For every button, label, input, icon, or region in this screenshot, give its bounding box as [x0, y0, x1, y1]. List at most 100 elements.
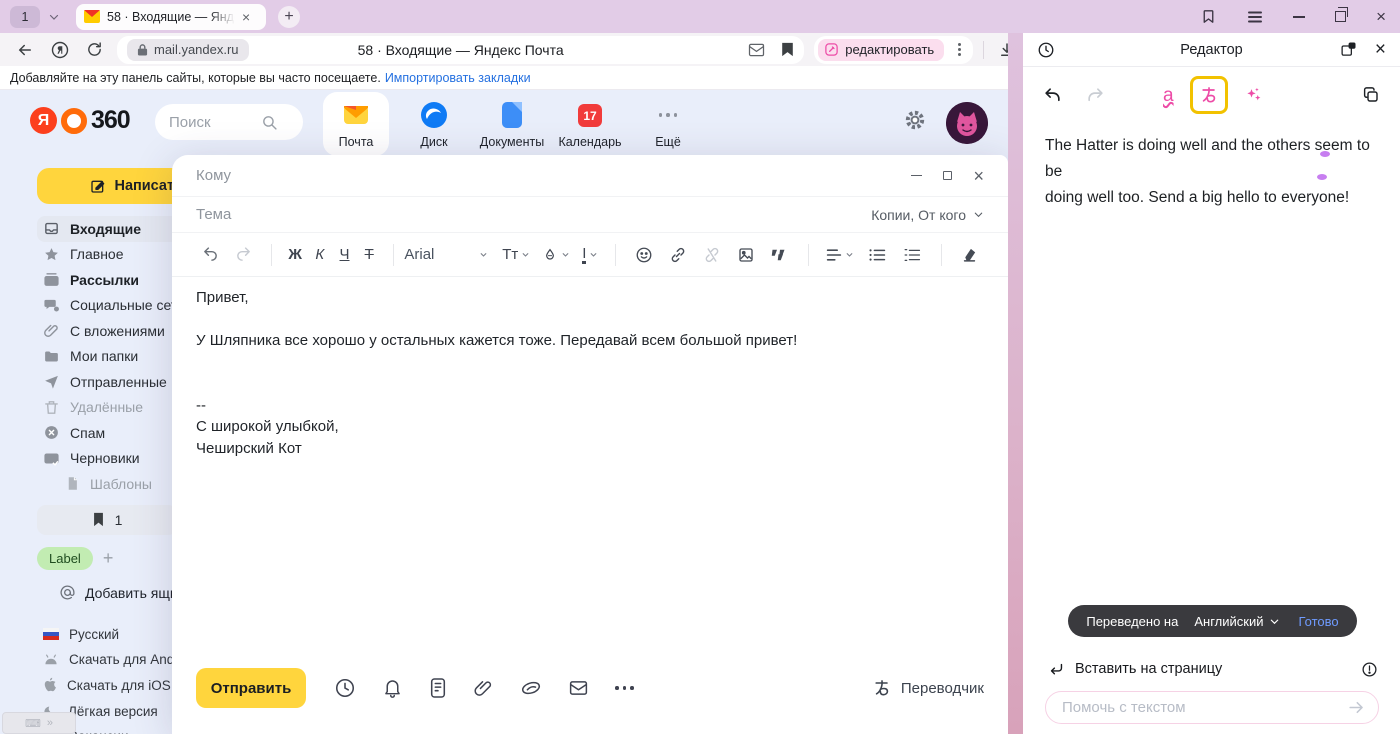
- copy-icon[interactable]: [1362, 86, 1380, 104]
- settings-gear-icon[interactable]: [903, 108, 927, 132]
- italic-button[interactable]: К: [308, 246, 333, 263]
- tab-list-chevron-icon[interactable]: [48, 11, 60, 23]
- undo-icon[interactable]: [202, 246, 219, 263]
- android-link[interactable]: Скачать для Android: [37, 647, 187, 673]
- folder-deleted[interactable]: Удалённые: [37, 395, 187, 421]
- close-window-icon[interactable]: ×: [1376, 8, 1386, 25]
- template-icon[interactable]: [429, 677, 447, 699]
- browser-tab[interactable]: 58 · Входящие — Янде ×: [76, 4, 266, 30]
- bookmark-icon[interactable]: [781, 42, 794, 57]
- done-button[interactable]: Готово: [1298, 614, 1338, 629]
- emoji-icon[interactable]: [635, 246, 653, 264]
- add-label-button[interactable]: +: [103, 548, 114, 569]
- folder-newsletters[interactable]: Рассылки: [37, 267, 187, 293]
- message-body[interactable]: Привет, У Шляпника все хорошо у остальны…: [196, 287, 976, 459]
- translator-button[interactable]: Переводчик: [872, 678, 984, 698]
- translated-text[interactable]: The Hatter is doing well and the others …: [1045, 133, 1381, 211]
- bookmarks-folder[interactable]: 1: [37, 505, 177, 535]
- numbered-list-icon[interactable]: [904, 248, 921, 262]
- back-icon[interactable]: [16, 41, 34, 59]
- app-calendar[interactable]: 17 Календарь: [557, 92, 623, 156]
- info-icon[interactable]: [1361, 661, 1378, 678]
- link-icon[interactable]: [669, 246, 687, 264]
- to-field[interactable]: Кому ×: [172, 155, 1008, 197]
- search-box[interactable]: [155, 104, 303, 140]
- compose-expand-icon[interactable]: [943, 171, 952, 180]
- url-pill[interactable]: mail.yandex.ru: [127, 39, 249, 61]
- add-mailbox-button[interactable]: Добавить ящик: [37, 580, 187, 606]
- redo-icon[interactable]: [235, 246, 252, 263]
- bold-button[interactable]: Ж: [283, 246, 308, 263]
- language-link[interactable]: Русский: [37, 622, 187, 648]
- tab-counter[interactable]: 1: [10, 6, 40, 28]
- submit-arrow-icon[interactable]: [1347, 698, 1366, 717]
- send-button[interactable]: Отправить: [196, 668, 306, 708]
- panel-redo-icon[interactable]: [1086, 86, 1105, 105]
- align-button[interactable]: [826, 248, 854, 262]
- folder-spam[interactable]: Спам: [37, 420, 187, 446]
- ai-prompt-input[interactable]: [1062, 699, 1347, 716]
- folder-drafts[interactable]: Черновики: [37, 446, 187, 472]
- strikethrough-button[interactable]: Т: [357, 246, 382, 263]
- ios-link[interactable]: Скачать для iOS: [37, 673, 187, 699]
- extension-more-icon[interactable]: [958, 48, 961, 51]
- insert-image-icon[interactable]: [737, 246, 755, 264]
- tab-close-icon[interactable]: ×: [242, 10, 250, 24]
- attach-file-icon[interactable]: [473, 677, 494, 699]
- app-disk[interactable]: Диск: [401, 92, 467, 156]
- folder-attachments[interactable]: С вложениями: [37, 318, 187, 344]
- subject-field[interactable]: Тема Копии, От кого: [172, 197, 1008, 233]
- quote-icon[interactable]: [771, 248, 789, 262]
- reminder-bell-icon[interactable]: [382, 677, 403, 699]
- app-more[interactable]: Ещё: [635, 92, 701, 156]
- folder-important[interactable]: Главное: [37, 242, 187, 268]
- font-family-select[interactable]: Arial: [404, 246, 479, 263]
- yandex360-logo[interactable]: Я 360: [30, 106, 130, 135]
- ai-sparkles-icon[interactable]: [1244, 85, 1264, 105]
- unlink-icon[interactable]: [703, 246, 721, 264]
- user-avatar[interactable]: [946, 102, 988, 144]
- folder-templates[interactable]: Шаблоны: [37, 471, 187, 497]
- font-chevron-icon[interactable]: [479, 250, 488, 259]
- selection-handle[interactable]: [1320, 151, 1330, 157]
- folder-sent[interactable]: Отправленные: [37, 369, 187, 395]
- restore-icon[interactable]: [1335, 11, 1346, 22]
- highlight-color-button[interactable]: [542, 247, 570, 263]
- minimize-icon[interactable]: [1293, 16, 1305, 18]
- app-mail[interactable]: Почта: [323, 92, 389, 156]
- compose-close-icon[interactable]: ×: [973, 167, 984, 185]
- eraser-icon[interactable]: [961, 246, 978, 263]
- edit-page-button[interactable]: редактировать: [818, 39, 944, 61]
- mailto-icon[interactable]: [748, 43, 765, 57]
- ai-prompt-box[interactable]: [1045, 691, 1379, 724]
- attach-from-mail-icon[interactable]: [568, 679, 589, 697]
- compose-minimize-icon[interactable]: [911, 175, 922, 177]
- insert-to-page-button[interactable]: Вставить на страницу: [1048, 657, 1378, 681]
- underline-button[interactable]: Ч: [332, 246, 357, 263]
- new-tab-button[interactable]: +: [278, 6, 300, 28]
- text-color-button[interactable]: I: [582, 246, 598, 264]
- font-size-button[interactable]: Тт: [502, 246, 530, 263]
- import-bookmarks-link[interactable]: Импортировать закладки: [385, 71, 531, 85]
- language-select[interactable]: Английский: [1194, 614, 1280, 629]
- attach-from-disk-icon[interactable]: [520, 679, 542, 697]
- search-icon[interactable]: [261, 114, 278, 131]
- folder-my-folders[interactable]: Мои папки: [37, 344, 187, 370]
- app-docs[interactable]: Документы: [479, 92, 545, 156]
- spellcheck-icon[interactable]: a: [1163, 86, 1174, 105]
- selection-handle[interactable]: [1317, 174, 1327, 180]
- bullet-list-icon[interactable]: [869, 248, 886, 262]
- panel-undo-icon[interactable]: [1043, 86, 1062, 105]
- search-input[interactable]: [169, 114, 261, 131]
- sidebar-panel-icon[interactable]: [1200, 8, 1217, 25]
- address-bar[interactable]: mail.yandex.ru 58 · Входящие — Яндекс По…: [117, 36, 804, 64]
- translate-highlight-box[interactable]: [1190, 76, 1228, 114]
- more-options-icon[interactable]: [615, 686, 634, 690]
- cc-from-toggle[interactable]: Копии, От кого: [871, 207, 984, 223]
- folder-social[interactable]: Социальные сети: [37, 293, 187, 319]
- reload-icon[interactable]: [86, 41, 103, 58]
- compose-button[interactable]: Написать: [37, 168, 185, 204]
- schedule-send-icon[interactable]: [334, 677, 356, 699]
- menu-icon[interactable]: [1247, 10, 1263, 24]
- yandex-button-icon[interactable]: [50, 40, 70, 60]
